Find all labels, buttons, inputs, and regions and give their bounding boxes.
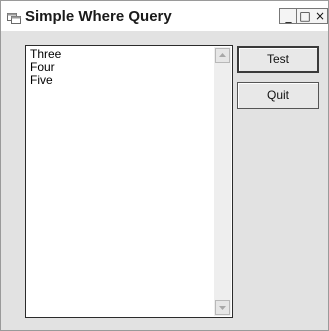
test-button[interactable]: Test bbox=[237, 46, 319, 73]
app-window-icon bbox=[7, 11, 21, 24]
client-area: Three Four Five Test Quit bbox=[1, 32, 328, 330]
maximize-button[interactable]: □ bbox=[296, 8, 314, 24]
title-bar[interactable]: Simple Where Query _ □ × bbox=[1, 1, 328, 31]
minimize-button[interactable]: _ bbox=[279, 8, 297, 24]
window-title: Simple Where Query bbox=[25, 8, 172, 25]
triangle-down-icon bbox=[219, 306, 226, 310]
results-listbox[interactable]: Three Four Five bbox=[25, 45, 233, 318]
quit-button[interactable]: Quit bbox=[237, 82, 319, 109]
close-button[interactable]: × bbox=[313, 8, 328, 24]
list-items: Three Four Five bbox=[30, 48, 61, 87]
list-item[interactable]: Five bbox=[30, 74, 61, 87]
scroll-down-button[interactable] bbox=[215, 300, 230, 315]
scroll-up-button[interactable] bbox=[215, 48, 230, 63]
application-window: Simple Where Query _ □ × Three Four Five bbox=[0, 0, 329, 331]
vertical-scrollbar[interactable] bbox=[214, 47, 231, 316]
triangle-up-icon bbox=[219, 53, 226, 57]
